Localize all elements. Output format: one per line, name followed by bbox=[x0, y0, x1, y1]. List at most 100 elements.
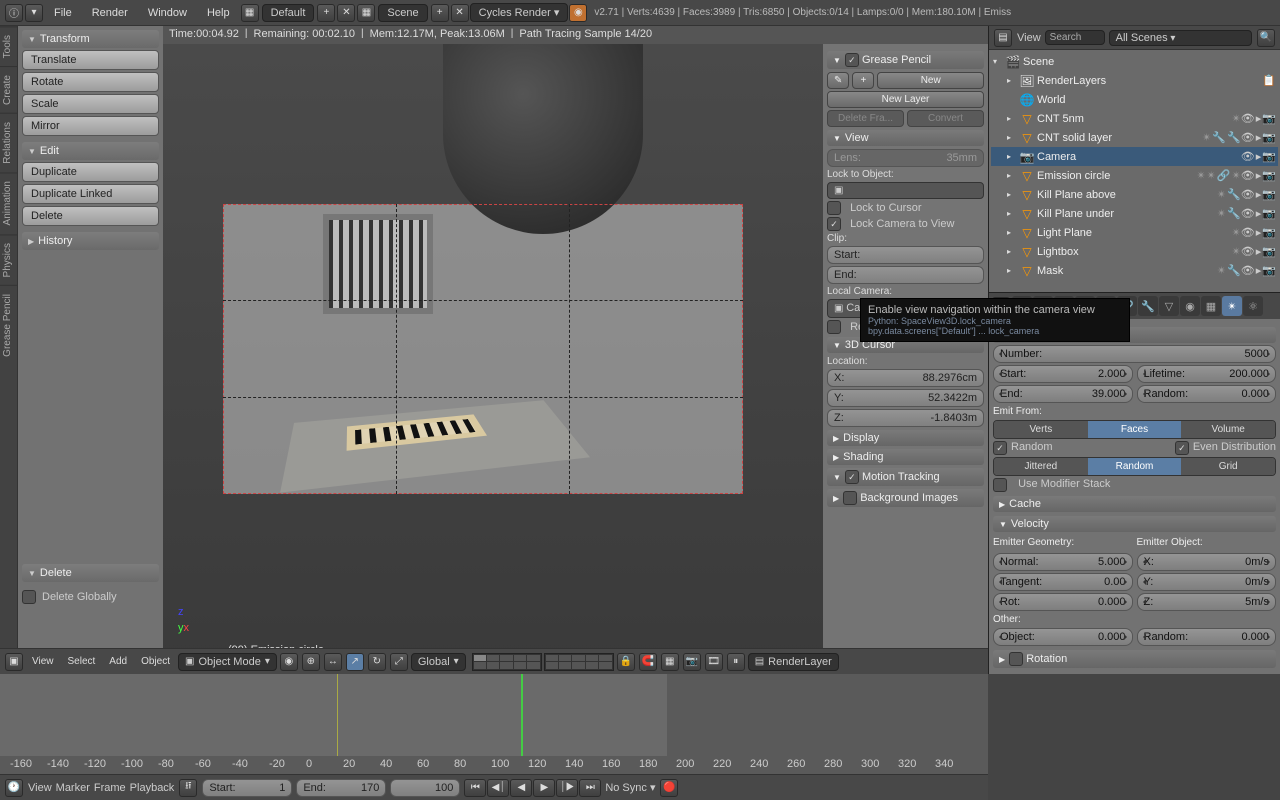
tl-marker-menu[interactable]: Marker bbox=[56, 782, 90, 794]
panel-velocity[interactable]: Velocity bbox=[993, 516, 1276, 532]
vel-z-field[interactable]: Z:5m/s bbox=[1137, 593, 1277, 611]
vp-add-menu[interactable]: Add bbox=[103, 656, 133, 667]
np-display[interactable]: Display bbox=[827, 430, 984, 446]
renderlayer-dropdown[interactable]: ▤ RenderLayer bbox=[748, 653, 839, 671]
screen-add-icon[interactable]: + bbox=[317, 4, 335, 22]
tl-autokey-icon[interactable]: 🔴 bbox=[660, 779, 678, 797]
gp-newlayer-button[interactable]: New Layer bbox=[827, 91, 984, 108]
restrict-icon[interactable]: 📷 bbox=[1262, 150, 1276, 163]
tl-play[interactable]: ▶ bbox=[533, 779, 555, 797]
tl-keyframe-prev[interactable]: ◀⏐ bbox=[487, 779, 509, 797]
outliner-filter-dropdown[interactable]: All Scenes ▾ bbox=[1109, 30, 1252, 46]
manip-rotate-icon[interactable]: ↻ bbox=[368, 653, 386, 671]
tab-material[interactable]: ◉ bbox=[1180, 296, 1200, 316]
vel-rot-field[interactable]: Rot:0.000 bbox=[993, 593, 1133, 611]
outliner-row[interactable]: ▸▽Emission circle✴✴🔗✴👁▸📷 bbox=[991, 166, 1278, 185]
outliner-row[interactable]: ▸▽Lightbox✴👁▸📷 bbox=[991, 242, 1278, 261]
restrict-icon[interactable]: 📷 bbox=[1262, 207, 1276, 220]
tl-frame-menu[interactable]: Frame bbox=[94, 782, 126, 794]
lock-object-field[interactable]: ▣ bbox=[827, 182, 984, 199]
vel-normal-field[interactable]: Normal:5.000 bbox=[993, 553, 1133, 571]
restrict-icon[interactable]: 📷 bbox=[1262, 245, 1276, 258]
tl-jump-start[interactable]: ⏮ bbox=[464, 779, 486, 797]
outliner-search-icon[interactable]: 🔍 bbox=[1257, 29, 1275, 47]
vp-view-menu[interactable]: View bbox=[26, 656, 60, 667]
timeline-ruler[interactable]: -160-140-120-100-80-60-40-20020406080100… bbox=[0, 756, 988, 774]
screen-browse-icon[interactable]: ▦ bbox=[241, 4, 259, 22]
outliner-row[interactable]: ▸▽Light Plane✴👁▸📷 bbox=[991, 223, 1278, 242]
vel-object-field[interactable]: Object:0.000 bbox=[993, 628, 1133, 646]
duplicate-button[interactable]: Duplicate bbox=[22, 162, 159, 182]
pause-icon[interactable]: ⏸ bbox=[727, 653, 745, 671]
render-anim-icon[interactable]: 🎞 bbox=[705, 653, 723, 671]
restrict-icon[interactable]: 👁 bbox=[1241, 131, 1255, 144]
vtab-animation[interactable]: Animation bbox=[0, 172, 17, 233]
mode-dropdown[interactable]: ▣ Object Mode ▾ bbox=[178, 653, 277, 671]
vtab-grease[interactable]: Grease Pencil bbox=[0, 285, 17, 365]
scale-button[interactable]: Scale bbox=[22, 94, 159, 114]
menu-render[interactable]: Render bbox=[82, 7, 138, 19]
clip-start-field[interactable]: Start: bbox=[827, 246, 984, 264]
tab-data[interactable]: ▽ bbox=[1159, 296, 1179, 316]
mirror-button[interactable]: Mirror bbox=[22, 116, 159, 136]
gp-draw-icon[interactable]: ✎ bbox=[827, 72, 849, 89]
orientation-dropdown[interactable]: Global ▾ bbox=[411, 653, 466, 671]
restrict-icon[interactable]: 📷 bbox=[1262, 131, 1276, 144]
shading-dropdown[interactable]: ◉ bbox=[280, 653, 298, 671]
render-engine-dropdown[interactable]: Cycles Render ▾ bbox=[470, 3, 569, 22]
menu-help[interactable]: Help bbox=[197, 7, 240, 19]
vel-y-field[interactable]: Y:0m/s bbox=[1137, 573, 1277, 591]
screen-del-icon[interactable]: ✕ bbox=[337, 4, 355, 22]
restrict-icon[interactable]: 👁 bbox=[1241, 264, 1255, 277]
layer-buttons[interactable] bbox=[472, 653, 614, 671]
outliner-view-menu[interactable]: View bbox=[1017, 32, 1041, 44]
restrict-icon[interactable]: 👁 bbox=[1241, 169, 1255, 182]
tl-jump-end[interactable]: ⏭ bbox=[579, 779, 601, 797]
distribution-toggle[interactable]: Jittered Random Grid bbox=[993, 457, 1276, 476]
restrict-icon[interactable]: ▸ bbox=[1256, 150, 1262, 163]
restrict-icon[interactable]: 📷 bbox=[1262, 169, 1276, 182]
emission-number-field[interactable]: Number:5000 bbox=[993, 345, 1276, 363]
tl-end-field[interactable]: End:170 bbox=[296, 779, 386, 797]
vp-select-menu[interactable]: Select bbox=[62, 656, 102, 667]
panel-transform[interactable]: Transform bbox=[22, 30, 159, 48]
emission-end-field[interactable]: End:39.000 bbox=[993, 385, 1133, 403]
tl-play-reverse[interactable]: ◀ bbox=[510, 779, 532, 797]
3dview-editor-icon[interactable]: ▣ bbox=[5, 653, 23, 671]
gp-add-icon[interactable]: + bbox=[852, 72, 874, 89]
tl-keyframe-next[interactable]: ⏐▶ bbox=[556, 779, 578, 797]
restrict-icon[interactable]: ▸ bbox=[1256, 207, 1262, 220]
cursor-x-field[interactable]: X:88.2976cm bbox=[827, 369, 984, 387]
cursor-y-field[interactable]: Y:52.3422m bbox=[827, 389, 984, 407]
outliner-row[interactable]: ▸▽Kill Plane under✴🔧👁▸📷 bbox=[991, 204, 1278, 223]
tab-modifiers[interactable]: 🔧 bbox=[1138, 296, 1158, 316]
np-grease-pencil[interactable]: Grease Pencil bbox=[827, 51, 984, 69]
scene-browse-icon[interactable]: ▦ bbox=[357, 4, 375, 22]
outliner-tree[interactable]: ▾🎬Scene▸🖼RenderLayers📋🌐World▸▽CNT 5nm✴👁▸… bbox=[989, 50, 1280, 292]
panel-cache[interactable]: Cache bbox=[993, 496, 1276, 512]
cursor-z-field[interactable]: Z:-1.8403m bbox=[827, 409, 984, 427]
restrict-icon[interactable]: 👁 bbox=[1241, 207, 1255, 220]
restrict-icon[interactable]: 📷 bbox=[1262, 188, 1276, 201]
vtab-create[interactable]: Create bbox=[0, 66, 17, 113]
duplicate-linked-button[interactable]: Duplicate Linked bbox=[22, 184, 159, 204]
timeline-editor-icon[interactable]: 🕐 bbox=[5, 779, 23, 797]
delete-globally-checkbox[interactable] bbox=[22, 590, 36, 604]
pivot-dropdown[interactable]: ⊕ bbox=[302, 653, 320, 671]
modstack-checkbox[interactable] bbox=[993, 478, 1007, 492]
restrict-icon[interactable]: 👁 bbox=[1241, 112, 1255, 125]
vel-random-field[interactable]: Random:0.000 bbox=[1137, 628, 1277, 646]
tl-playback-menu[interactable]: Playback bbox=[130, 782, 175, 794]
np-shading[interactable]: Shading bbox=[827, 449, 984, 465]
snap-toggle[interactable]: 🧲 bbox=[639, 653, 657, 671]
emission-start-field[interactable]: Start:2.000 bbox=[993, 365, 1133, 383]
tl-start-field[interactable]: Start:1 bbox=[202, 779, 292, 797]
restrict-icon[interactable]: ▸ bbox=[1256, 226, 1262, 239]
editor-type-icon[interactable]: ▾ bbox=[25, 4, 43, 22]
timeline-cursor[interactable] bbox=[521, 674, 523, 756]
menu-file[interactable]: File bbox=[44, 7, 82, 19]
tl-sync-dropdown[interactable]: No Sync ▾ bbox=[605, 781, 655, 794]
np-view[interactable]: View bbox=[827, 130, 984, 146]
tl-current-field[interactable]: 100 bbox=[390, 779, 460, 797]
panel-edit[interactable]: Edit bbox=[22, 142, 159, 160]
